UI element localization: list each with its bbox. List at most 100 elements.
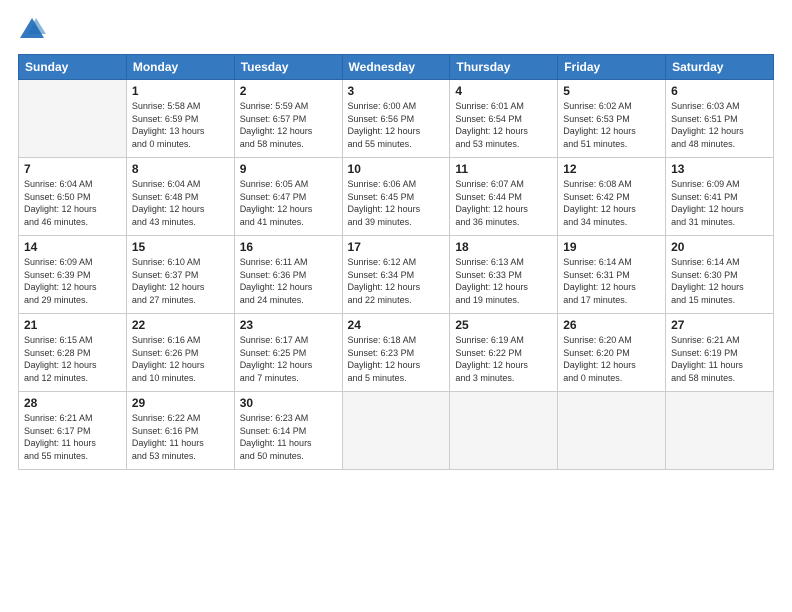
day-number: 4	[455, 84, 552, 98]
day-info: Sunrise: 6:17 AM Sunset: 6:25 PM Dayligh…	[240, 334, 337, 384]
day-number: 14	[24, 240, 121, 254]
day-number: 19	[563, 240, 660, 254]
day-number: 8	[132, 162, 229, 176]
day-info: Sunrise: 6:01 AM Sunset: 6:54 PM Dayligh…	[455, 100, 552, 150]
day-number: 1	[132, 84, 229, 98]
day-cell: 24 Sunrise: 6:18 AM Sunset: 6:23 PM Dayli…	[342, 314, 450, 392]
day-cell: 22 Sunrise: 6:16 AM Sunset: 6:26 PM Dayli…	[126, 314, 234, 392]
day-cell	[342, 392, 450, 470]
day-number: 29	[132, 396, 229, 410]
week-row-3: 14 Sunrise: 6:09 AM Sunset: 6:39 PM Dayli…	[19, 236, 774, 314]
day-cell: 16 Sunrise: 6:11 AM Sunset: 6:36 PM Dayli…	[234, 236, 342, 314]
logo-icon	[18, 16, 46, 44]
week-row-4: 21Sunrise: 6:15 AM Sunset: 6:28 PM Dayli…	[19, 314, 774, 392]
logo	[18, 16, 50, 44]
day-cell: 2 Sunrise: 5:59 AM Sunset: 6:57 PM Daylig…	[234, 80, 342, 158]
day-number: 25	[455, 318, 552, 332]
day-info: Sunrise: 6:09 AM Sunset: 6:39 PM Dayligh…	[24, 256, 121, 306]
day-number: 11	[455, 162, 552, 176]
day-info: Sunrise: 6:04 AM Sunset: 6:50 PM Dayligh…	[24, 178, 121, 228]
weekday-header-thursday: Thursday	[450, 55, 558, 80]
day-cell	[666, 392, 774, 470]
day-info: Sunrise: 6:07 AM Sunset: 6:44 PM Dayligh…	[455, 178, 552, 228]
page: SundayMondayTuesdayWednesdayThursdayFrid…	[0, 0, 792, 612]
day-cell: 25 Sunrise: 6:19 AM Sunset: 6:22 PM Dayli…	[450, 314, 558, 392]
day-number: 24	[348, 318, 445, 332]
day-info: Sunrise: 6:19 AM Sunset: 6:22 PM Dayligh…	[455, 334, 552, 384]
day-cell: 28 Sunrise: 6:21 AM Sunset: 6:17 PM Dayli…	[19, 392, 127, 470]
day-cell: 26Sunrise: 6:20 AM Sunset: 6:20 PM Dayli…	[558, 314, 666, 392]
day-number: 18	[455, 240, 552, 254]
day-number: 27	[671, 318, 768, 332]
day-info: Sunrise: 6:14 AM Sunset: 6:30 PM Dayligh…	[671, 256, 768, 306]
day-info: Sunrise: 6:20 AM Sunset: 6:20 PM Dayligh…	[563, 334, 660, 384]
day-cell: 11 Sunrise: 6:07 AM Sunset: 6:44 PM Dayli…	[450, 158, 558, 236]
day-cell: 30 Sunrise: 6:23 AM Sunset: 6:14 PM Dayli…	[234, 392, 342, 470]
day-cell: 8 Sunrise: 6:04 AM Sunset: 6:48 PM Daylig…	[126, 158, 234, 236]
day-number: 30	[240, 396, 337, 410]
day-number: 7	[24, 162, 121, 176]
day-info: Sunrise: 5:59 AM Sunset: 6:57 PM Dayligh…	[240, 100, 337, 150]
day-info: Sunrise: 6:21 AM Sunset: 6:19 PM Dayligh…	[671, 334, 768, 384]
day-info: Sunrise: 6:15 AM Sunset: 6:28 PM Dayligh…	[24, 334, 121, 384]
day-info: Sunrise: 6:00 AM Sunset: 6:56 PM Dayligh…	[348, 100, 445, 150]
day-number: 23	[240, 318, 337, 332]
day-cell	[19, 80, 127, 158]
weekday-header-row: SundayMondayTuesdayWednesdayThursdayFrid…	[19, 55, 774, 80]
day-number: 2	[240, 84, 337, 98]
day-info: Sunrise: 6:16 AM Sunset: 6:26 PM Dayligh…	[132, 334, 229, 384]
weekday-header-tuesday: Tuesday	[234, 55, 342, 80]
day-cell	[558, 392, 666, 470]
day-cell: 5Sunrise: 6:02 AM Sunset: 6:53 PM Daylig…	[558, 80, 666, 158]
day-cell: 29 Sunrise: 6:22 AM Sunset: 6:16 PM Dayli…	[126, 392, 234, 470]
day-cell: 10 Sunrise: 6:06 AM Sunset: 6:45 PM Dayli…	[342, 158, 450, 236]
day-cell: 21Sunrise: 6:15 AM Sunset: 6:28 PM Dayli…	[19, 314, 127, 392]
day-number: 6	[671, 84, 768, 98]
day-cell: 9 Sunrise: 6:05 AM Sunset: 6:47 PM Daylig…	[234, 158, 342, 236]
day-number: 13	[671, 162, 768, 176]
day-cell: 19 Sunrise: 6:14 AM Sunset: 6:31 PM Dayli…	[558, 236, 666, 314]
weekday-header-friday: Friday	[558, 55, 666, 80]
day-cell: 13 Sunrise: 6:09 AM Sunset: 6:41 PM Dayli…	[666, 158, 774, 236]
day-cell: 15Sunrise: 6:10 AM Sunset: 6:37 PM Dayli…	[126, 236, 234, 314]
day-cell: 12Sunrise: 6:08 AM Sunset: 6:42 PM Dayli…	[558, 158, 666, 236]
day-info: Sunrise: 6:13 AM Sunset: 6:33 PM Dayligh…	[455, 256, 552, 306]
week-row-2: 7 Sunrise: 6:04 AM Sunset: 6:50 PM Daylig…	[19, 158, 774, 236]
day-info: Sunrise: 6:05 AM Sunset: 6:47 PM Dayligh…	[240, 178, 337, 228]
day-number: 10	[348, 162, 445, 176]
day-number: 15	[132, 240, 229, 254]
day-info: Sunrise: 6:23 AM Sunset: 6:14 PM Dayligh…	[240, 412, 337, 462]
day-info: Sunrise: 6:06 AM Sunset: 6:45 PM Dayligh…	[348, 178, 445, 228]
calendar-table: SundayMondayTuesdayWednesdayThursdayFrid…	[18, 54, 774, 470]
header	[18, 16, 774, 44]
day-number: 16	[240, 240, 337, 254]
day-info: Sunrise: 6:18 AM Sunset: 6:23 PM Dayligh…	[348, 334, 445, 384]
weekday-header-wednesday: Wednesday	[342, 55, 450, 80]
day-cell: 17 Sunrise: 6:12 AM Sunset: 6:34 PM Dayli…	[342, 236, 450, 314]
week-row-5: 28 Sunrise: 6:21 AM Sunset: 6:17 PM Dayli…	[19, 392, 774, 470]
day-number: 9	[240, 162, 337, 176]
weekday-header-sunday: Sunday	[19, 55, 127, 80]
day-cell: 1 Sunrise: 5:58 AM Sunset: 6:59 PM Daylig…	[126, 80, 234, 158]
day-cell: 27 Sunrise: 6:21 AM Sunset: 6:19 PM Dayli…	[666, 314, 774, 392]
day-info: Sunrise: 6:08 AM Sunset: 6:42 PM Dayligh…	[563, 178, 660, 228]
weekday-header-saturday: Saturday	[666, 55, 774, 80]
day-info: Sunrise: 5:58 AM Sunset: 6:59 PM Dayligh…	[132, 100, 229, 150]
day-cell: 14 Sunrise: 6:09 AM Sunset: 6:39 PM Dayli…	[19, 236, 127, 314]
day-cell	[450, 392, 558, 470]
day-info: Sunrise: 6:04 AM Sunset: 6:48 PM Dayligh…	[132, 178, 229, 228]
day-cell: 18 Sunrise: 6:13 AM Sunset: 6:33 PM Dayli…	[450, 236, 558, 314]
day-info: Sunrise: 6:21 AM Sunset: 6:17 PM Dayligh…	[24, 412, 121, 462]
day-info: Sunrise: 6:14 AM Sunset: 6:31 PM Dayligh…	[563, 256, 660, 306]
day-info: Sunrise: 6:09 AM Sunset: 6:41 PM Dayligh…	[671, 178, 768, 228]
day-number: 28	[24, 396, 121, 410]
day-info: Sunrise: 6:11 AM Sunset: 6:36 PM Dayligh…	[240, 256, 337, 306]
day-number: 22	[132, 318, 229, 332]
day-cell: 6Sunrise: 6:03 AM Sunset: 6:51 PM Daylig…	[666, 80, 774, 158]
day-number: 17	[348, 240, 445, 254]
day-info: Sunrise: 6:02 AM Sunset: 6:53 PM Dayligh…	[563, 100, 660, 150]
day-info: Sunrise: 6:22 AM Sunset: 6:16 PM Dayligh…	[132, 412, 229, 462]
day-info: Sunrise: 6:12 AM Sunset: 6:34 PM Dayligh…	[348, 256, 445, 306]
day-number: 20	[671, 240, 768, 254]
day-cell: 7 Sunrise: 6:04 AM Sunset: 6:50 PM Daylig…	[19, 158, 127, 236]
